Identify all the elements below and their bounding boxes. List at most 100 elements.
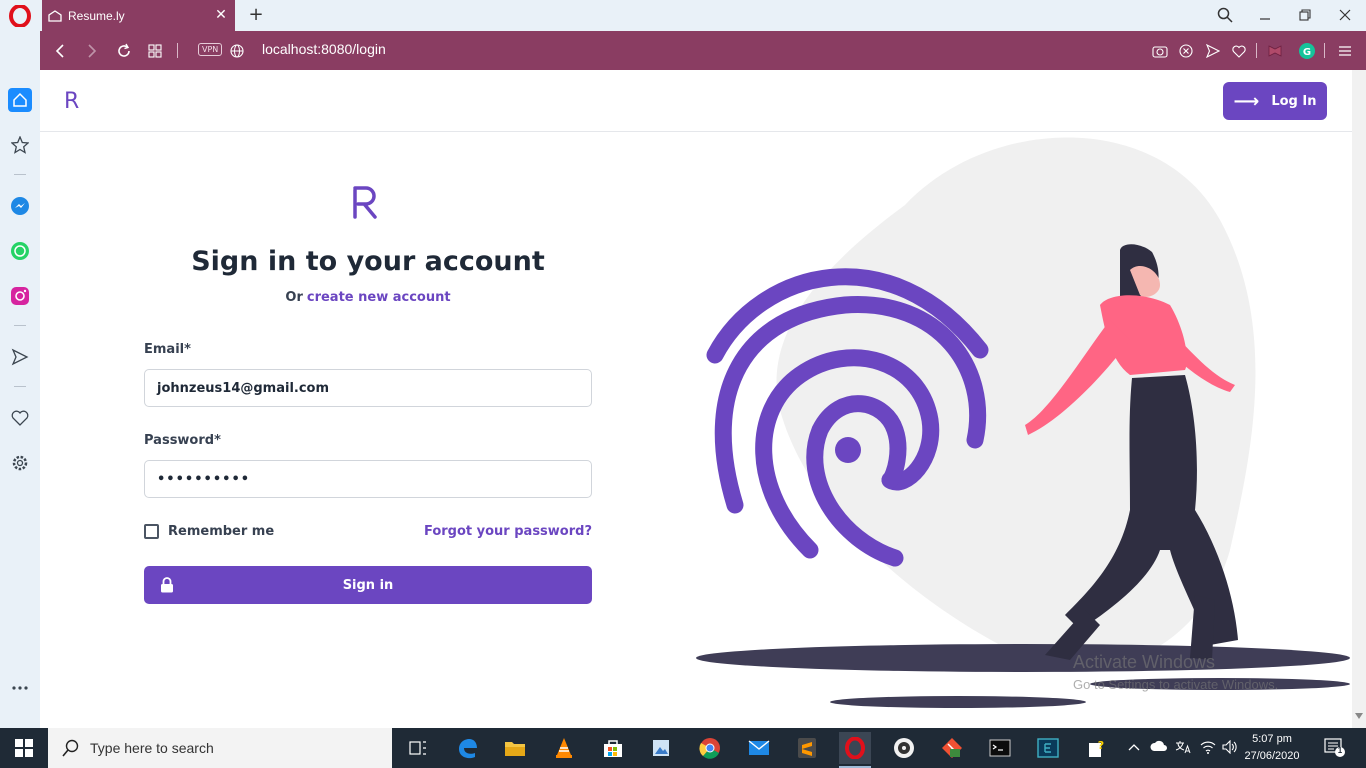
- volume-icon[interactable]: [1222, 739, 1238, 757]
- address-bar-divider: [1324, 43, 1325, 58]
- email-label: Email*: [144, 342, 191, 357]
- sidebar-divider: [14, 386, 26, 387]
- app-header: R ⟶ Log In: [40, 70, 1352, 132]
- store-icon[interactable]: [597, 732, 629, 764]
- task-view-icon[interactable]: [402, 732, 434, 764]
- tray-chevron-up-icon[interactable]: [1128, 740, 1140, 754]
- browser-tab-active[interactable]: Resume.ly ✕: [42, 0, 235, 31]
- tab-title: Resume.ly: [68, 8, 125, 23]
- language-input-icon[interactable]: [1175, 740, 1191, 757]
- login-button-label: Log In: [1271, 93, 1317, 109]
- grammarly-icon[interactable]: G: [1297, 41, 1317, 61]
- taskbar-clock[interactable]: 5:07 pm 27/06/2020: [1244, 731, 1300, 765]
- extension-icon[interactable]: [1265, 41, 1285, 61]
- address-bar-divider: [1256, 43, 1257, 58]
- tab-bar: Resume.ly ✕ +: [40, 0, 1366, 31]
- arrow-right-icon: ⟶: [1233, 90, 1260, 112]
- subtitle-prefix: Or: [285, 290, 303, 305]
- header-logo[interactable]: R: [64, 89, 79, 114]
- close-window-icon[interactable]: [1334, 5, 1356, 25]
- password-field[interactable]: ••••••••••: [144, 460, 592, 498]
- send-flow-icon[interactable]: [8, 345, 32, 369]
- page-scrollbar[interactable]: [1352, 70, 1366, 728]
- url-field[interactable]: localhost:8080/login: [262, 41, 386, 57]
- remember-me-label: Remember me: [168, 524, 275, 539]
- opera-taskbar-icon[interactable]: [839, 732, 871, 768]
- minimize-icon[interactable]: [1254, 5, 1276, 25]
- windows-start-icon[interactable]: [0, 728, 48, 768]
- remember-me-checkbox[interactable]: [144, 524, 159, 539]
- create-account-link[interactable]: create new account: [307, 290, 451, 305]
- editor-app-icon[interactable]: [1032, 732, 1064, 764]
- clock-date: 27/06/2020: [1244, 750, 1300, 762]
- signin-button[interactable]: Sign in: [144, 566, 592, 604]
- mail-icon[interactable]: [743, 732, 775, 764]
- onedrive-cloud-icon[interactable]: [1150, 740, 1168, 755]
- form-subtitle: Or create new account: [144, 290, 592, 305]
- vpn-badge[interactable]: VPN: [198, 43, 223, 56]
- forgot-password-link[interactable]: Forgot your password?: [424, 524, 592, 539]
- bookmark-heart-icon[interactable]: [1229, 41, 1249, 61]
- settings-gear-icon[interactable]: [8, 451, 32, 475]
- taskbar-search-input[interactable]: Type here to search: [48, 728, 392, 768]
- terminal-icon[interactable]: [984, 732, 1016, 764]
- email-field[interactable]: johnzeus14@gmail.com: [144, 369, 592, 407]
- fingerprint-woman-illustration: [696, 137, 1350, 708]
- globe-icon: [227, 41, 247, 61]
- image-viewer-icon[interactable]: [645, 732, 677, 764]
- svg-text:G: G: [1303, 47, 1311, 58]
- tab-close-icon[interactable]: ✕: [213, 7, 229, 23]
- home-icon[interactable]: [8, 88, 32, 112]
- svg-text:?: ?: [1098, 739, 1104, 752]
- wifi-icon[interactable]: [1200, 740, 1216, 757]
- sublime-text-icon[interactable]: [791, 732, 823, 764]
- new-tab-plus-icon[interactable]: +: [245, 4, 267, 26]
- chrome-icon[interactable]: [694, 732, 726, 764]
- scroll-down-arrow-icon[interactable]: [1355, 713, 1363, 719]
- reload-icon[interactable]: [114, 41, 134, 61]
- git-icon[interactable]: [936, 732, 968, 764]
- login-button[interactable]: ⟶ Log In: [1223, 82, 1327, 120]
- opera-logo-icon[interactable]: [8, 4, 32, 28]
- forward-arrow-icon[interactable]: [82, 41, 102, 61]
- page-content: R ⟶ Log In Sign in to your account Or cre…: [40, 70, 1352, 728]
- speed-dial-star-icon[interactable]: [8, 133, 32, 157]
- search-icon: [62, 739, 79, 757]
- media-player-icon[interactable]: [888, 732, 920, 764]
- lock-icon: [161, 577, 173, 593]
- more-dots-icon[interactable]: [8, 676, 32, 700]
- windows-taskbar: Type here to search ? 5:07 pm 27/06/2020…: [0, 728, 1366, 768]
- whatsapp-icon[interactable]: [8, 239, 32, 263]
- file-explorer-icon[interactable]: [499, 732, 531, 764]
- page-title: Sign in to your account: [191, 246, 545, 277]
- instagram-icon[interactable]: [8, 284, 32, 308]
- sidebar-divider: [14, 325, 26, 326]
- address-bar: VPN localhost:8080/login G: [40, 31, 1366, 70]
- notification-count-badge: 1: [1337, 746, 1343, 755]
- browser-sidebar: [0, 0, 40, 728]
- tab-favicon-icon: [48, 9, 62, 22]
- restore-icon[interactable]: [1294, 5, 1316, 25]
- sidebar-divider: [14, 174, 26, 175]
- adblock-icon[interactable]: [1176, 41, 1196, 61]
- snapshot-camera-icon[interactable]: [1150, 41, 1170, 61]
- bookmarks-heart-icon[interactable]: [8, 406, 32, 430]
- send-icon[interactable]: [1203, 41, 1223, 61]
- search-placeholder: Type here to search: [90, 740, 214, 756]
- form-logo-icon: [353, 186, 377, 219]
- back-arrow-icon[interactable]: [50, 41, 70, 61]
- tabs-grid-icon[interactable]: [145, 41, 165, 61]
- messenger-icon[interactable]: [8, 194, 32, 218]
- activate-windows-watermark: Activate Windows Go to Settings to activ…: [1073, 652, 1278, 692]
- clock-time: 5:07 pm: [1252, 733, 1292, 745]
- watermark-line-1: Activate Windows: [1073, 652, 1216, 672]
- edge-icon[interactable]: [451, 732, 483, 764]
- password-label: Password*: [144, 433, 221, 448]
- help-tips-icon[interactable]: ?: [1081, 732, 1113, 764]
- address-bar-divider: [177, 43, 178, 58]
- signin-button-label: Sign in: [342, 577, 394, 593]
- tab-search-icon[interactable]: [1214, 5, 1236, 25]
- easy-setup-menu-icon[interactable]: [1335, 41, 1355, 61]
- notification-center-icon[interactable]: 1: [1324, 738, 1346, 761]
- vlc-icon[interactable]: [548, 732, 580, 764]
